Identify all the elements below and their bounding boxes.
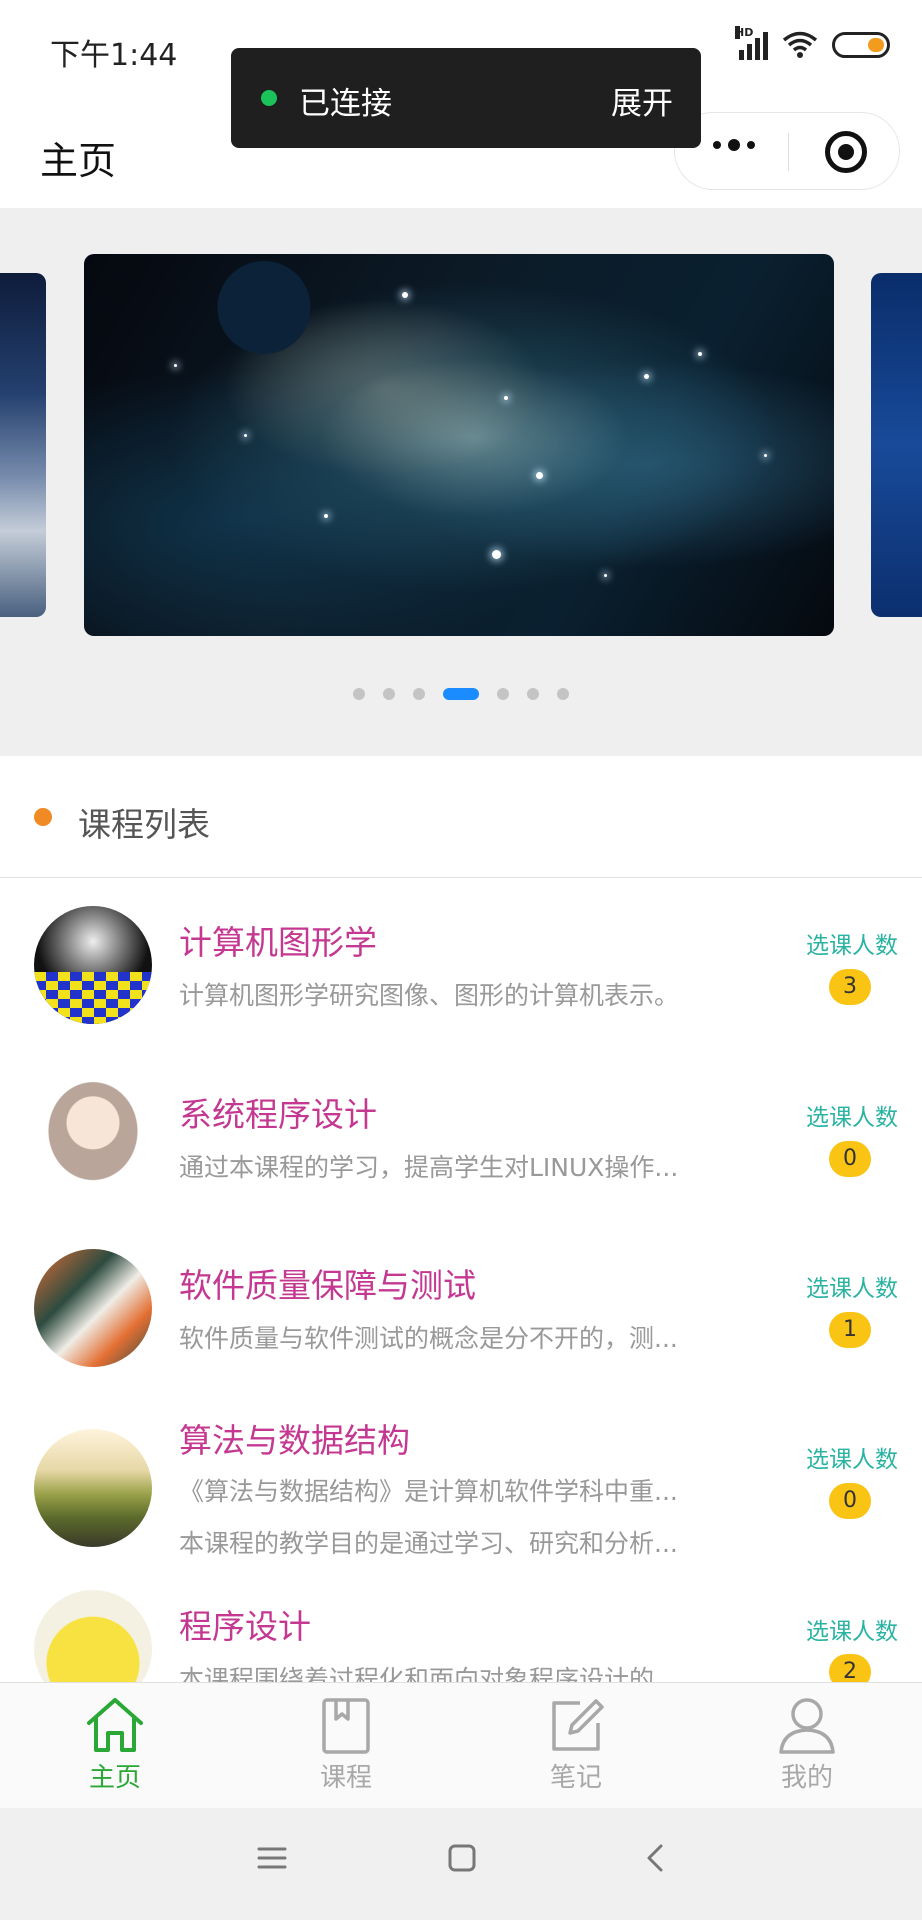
wifi-icon — [782, 31, 818, 58]
carousel-dot[interactable] — [353, 688, 365, 700]
battery-icon — [832, 32, 890, 58]
home-icon — [87, 1698, 143, 1752]
status-time: 下午1:44 — [50, 38, 178, 73]
toast-text: 已连接 — [299, 86, 392, 122]
tab-profile[interactable]: 我的 — [737, 1695, 877, 1805]
enroll-count-badge: 2 — [829, 1654, 871, 1682]
capsule-divider — [788, 133, 789, 171]
course-name: 程序设计 — [179, 1607, 311, 1646]
carousel-dot[interactable] — [527, 688, 539, 700]
enroll-count-label: 选课人数 — [806, 1619, 898, 1645]
tab-home[interactable]: 主页 — [45, 1695, 185, 1805]
enroll-count-badge: 0 — [829, 1141, 871, 1177]
course-item[interactable]: 系统程序设计 通过本课程的学习，提高学生对LINUX操作... 选课人数 0 — [0, 1050, 922, 1222]
signal-icon: HD — [735, 26, 768, 60]
user-icon — [779, 1698, 835, 1754]
tab-label: 课程 — [319, 1763, 372, 1793]
enroll-count-label: 选课人数 — [806, 933, 898, 959]
tab-label: 主页 — [88, 1763, 141, 1793]
banner-slide-prev[interactable] — [0, 273, 46, 617]
edit-icon — [552, 1699, 604, 1751]
back-icon[interactable] — [640, 1842, 672, 1874]
tab-bar: 主页 课程 笔记 我的 — [0, 1682, 922, 1808]
carousel-indicator — [0, 686, 922, 702]
carousel-dot[interactable] — [497, 688, 509, 700]
mini-program-capsule — [674, 112, 900, 190]
course-name: 系统程序设计 — [179, 1095, 377, 1134]
carousel-dot[interactable] — [413, 688, 425, 700]
enroll-count-label: 选课人数 — [806, 1276, 898, 1302]
section-bullet-icon — [34, 808, 52, 826]
close-target-icon[interactable] — [825, 131, 867, 173]
status-icons: HD — [735, 26, 890, 60]
enroll-count-label: 选课人数 — [806, 1447, 898, 1473]
course-avatar — [34, 1078, 152, 1196]
signal-hd-label: HD — [735, 26, 754, 39]
enroll-count-label: 选课人数 — [806, 1105, 898, 1131]
tab-courses[interactable]: 课程 — [276, 1695, 416, 1805]
course-name: 软件质量保障与测试 — [179, 1266, 476, 1305]
carousel-dot[interactable] — [557, 688, 569, 700]
menu-icon[interactable] — [256, 1842, 288, 1874]
course-item[interactable]: 计算机图形学 计算机图形学研究图像、图形的计算机表示。 选课人数 3 — [0, 878, 922, 1050]
book-icon — [322, 1698, 370, 1754]
course-name: 计算机图形学 — [179, 923, 377, 962]
course-name: 算法与数据结构 — [179, 1421, 410, 1460]
toast-expand-button[interactable]: 展开 — [611, 78, 673, 123]
enroll-count-badge: 3 — [829, 969, 871, 1005]
tab-label: 笔记 — [549, 1763, 602, 1793]
course-list: 计算机图形学 计算机图形学研究图像、图形的计算机表示。 选课人数 3 系统程序设… — [0, 878, 922, 1682]
enroll-count-badge: 1 — [829, 1312, 871, 1348]
banner-carousel[interactable] — [0, 208, 922, 756]
carousel-dot-active[interactable] — [443, 688, 479, 700]
course-item[interactable]: 软件质量保障与测试 软件质量与软件测试的概念是分不开的，测... 选课人数 1 — [0, 1221, 922, 1393]
connection-toast: 已连接 展开 — [231, 48, 701, 148]
enroll-count-badge: 0 — [829, 1483, 871, 1519]
course-desc: 通过本课程的学习，提高学生对LINUX操作... — [179, 1153, 679, 1182]
system-nav-bar — [0, 1808, 922, 1920]
banner-slide-current[interactable] — [84, 254, 834, 636]
course-item[interactable]: 算法与数据结构 《算法与数据结构》是计算机软件学科中重... 本课程的教学目的是… — [0, 1392, 922, 1564]
course-desc-secondary: 本课程的教学目的是通过学习、研究和分析... — [179, 1529, 678, 1558]
course-avatar — [34, 1429, 152, 1547]
course-item[interactable]: 程序设计 本课程围绕着过程化和面向对象程序设计的 选课人数 2 — [0, 1564, 922, 1682]
course-desc: 软件质量与软件测试的概念是分不开的，测... — [179, 1324, 678, 1353]
banner-slide-next[interactable] — [871, 273, 922, 617]
course-desc: 《算法与数据结构》是计算机软件学科中重... — [179, 1477, 678, 1506]
connected-status-dot — [261, 90, 277, 106]
page-title: 主页 — [40, 139, 117, 183]
tab-notes[interactable]: 笔记 — [506, 1695, 646, 1805]
course-desc: 本课程围绕着过程化和面向对象程序设计的 — [179, 1665, 655, 1682]
course-list-header: 课程列表 — [0, 756, 922, 878]
course-avatar — [34, 1590, 152, 1682]
carousel-dot[interactable] — [383, 688, 395, 700]
section-title: 课程列表 — [78, 805, 210, 844]
more-menu-icon[interactable] — [713, 139, 755, 151]
course-avatar — [34, 906, 152, 1024]
home-square-icon[interactable] — [446, 1842, 478, 1874]
page: 下午1:44 HD 主页 已连接 展开 课程列表 计算机图形学 计算机图形学研究… — [0, 0, 922, 1920]
course-avatar — [34, 1249, 152, 1367]
tab-label: 我的 — [780, 1763, 833, 1793]
course-desc: 计算机图形学研究图像、图形的计算机表示。 — [179, 981, 680, 1010]
